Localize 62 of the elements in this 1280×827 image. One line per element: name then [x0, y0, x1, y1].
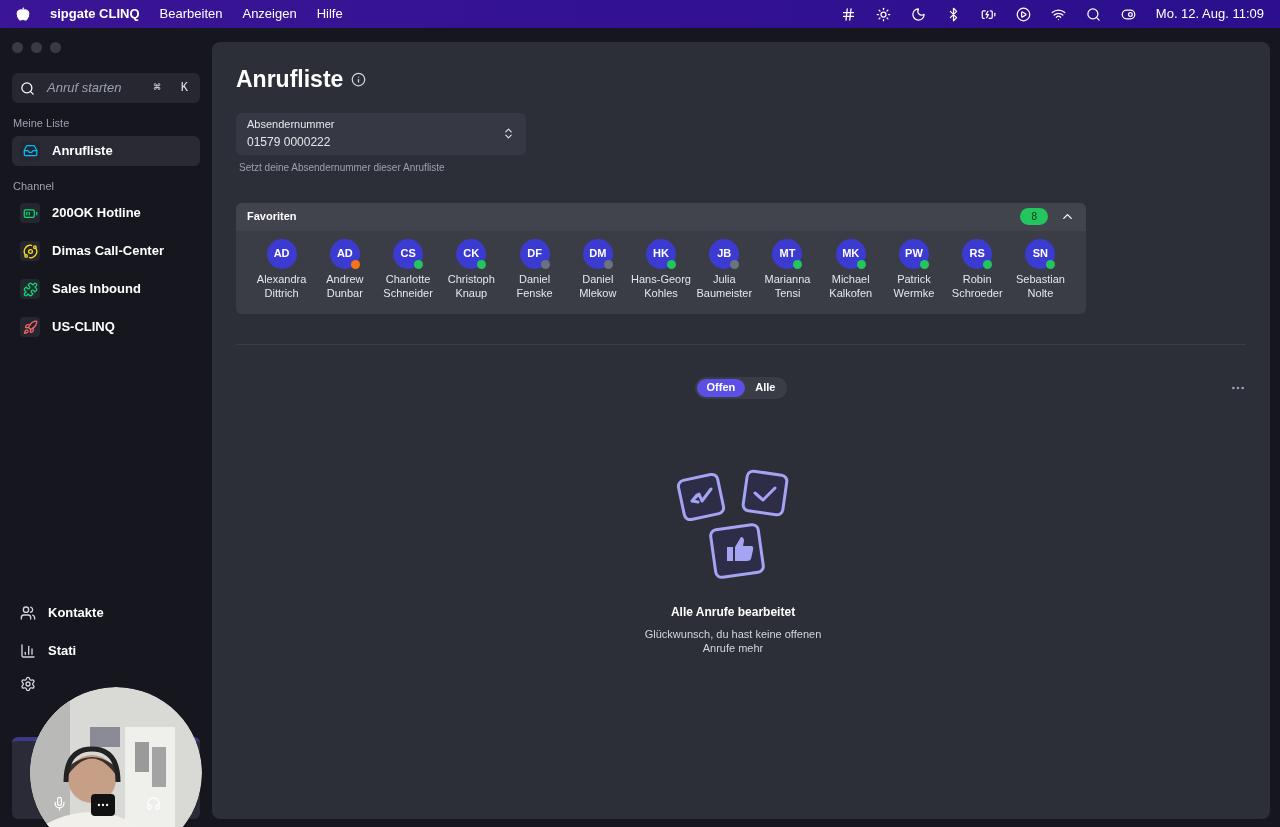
avatar[interactable]: AD — [329, 238, 360, 269]
shortcut-key: ⌘ — [149, 79, 165, 97]
menu-item[interactable]: Bearbeiten — [159, 4, 223, 24]
app-name[interactable]: sipgate CLINQ — [50, 4, 140, 24]
nav-item[interactable]: Kontakte — [12, 600, 200, 626]
nav-item-label: Stati — [48, 642, 77, 661]
avatar[interactable]: DM — [582, 238, 613, 269]
filter-tab[interactable]: Alle — [745, 378, 786, 397]
avatar[interactable]: AD — [266, 238, 297, 269]
contact-name: Andrew Dunbar — [326, 271, 364, 300]
menu-bar-clock: Mo. 12. Aug. 11:09 — [1155, 5, 1264, 24]
contact-name: Daniel Fenske — [516, 271, 553, 300]
menu-item[interactable]: Anzeigen — [242, 4, 297, 24]
contact-name: Charlotte Schneider — [383, 271, 433, 300]
sidebar-item-label: US-CLINQ — [52, 318, 115, 337]
avatar[interactable]: PW — [898, 238, 929, 269]
select-label: Absendernummer — [247, 117, 336, 133]
avatar[interactable]: JB — [709, 238, 740, 269]
sidebar-item[interactable]: US-CLINQ — [12, 312, 200, 342]
contact-name: Michael Kalkofen — [829, 271, 873, 300]
avatar[interactable]: DF — [519, 238, 550, 269]
contact-name: Christoph Knaup — [447, 271, 495, 300]
sidebar-item[interactable]: Sales Inbound — [12, 274, 200, 304]
contact-name: Hans-Georg Kohles — [631, 271, 691, 300]
contact-name: Marianna Tensi — [764, 271, 811, 300]
sidebar-item[interactable]: Anrufliste — [12, 135, 200, 166]
avatar[interactable]: SN — [1025, 238, 1056, 269]
contact-name: Alexandra Dittrich — [256, 271, 307, 300]
shortcut-key: K — [176, 79, 192, 97]
avatar[interactable]: HK — [646, 238, 676, 269]
nav-item[interactable]: Stati — [12, 638, 200, 664]
favorites-title: Favoriten — [247, 209, 298, 225]
sidebar-item[interactable]: 200OK Hotline — [12, 198, 200, 228]
select-value: 01579 0000222 — [247, 133, 332, 151]
page-title: Anrufliste — [236, 65, 344, 94]
count-badge: 8 — [1020, 208, 1048, 225]
filter-tab[interactable]: Offen — [696, 378, 746, 397]
contact-name: Julia Baumeister — [696, 271, 753, 300]
avatar[interactable]: MK — [835, 238, 866, 269]
sidebar-item-label: Anrufliste — [52, 141, 113, 160]
avatar[interactable]: MT — [772, 238, 803, 269]
empty-state-text: Glückwunsch, du hast keine offenen Anrufe mehr — [643, 626, 823, 655]
menu-item[interactable]: Hilfe — [316, 4, 343, 24]
avatar[interactable]: RS — [962, 238, 993, 269]
search-field[interactable]: Anruf starten ⌘ K — [12, 73, 200, 103]
section-title: Channel — [12, 178, 55, 194]
sidebar-item-label: 200OK Hotline — [52, 204, 141, 223]
nav-item-label: Kontakte — [48, 604, 104, 623]
sidebar-item-label: Dimas Call-Center — [52, 242, 164, 261]
avatar[interactable]: CS — [393, 238, 424, 269]
empty-state-title: Alle Anrufe bearbeitet — [670, 603, 796, 621]
sidebar-item-label: Sales Inbound — [52, 280, 141, 299]
sender-number-select[interactable]: Absendernummer 01579 0000222 — [236, 112, 526, 155]
contact-name: Patrick Wermke — [893, 271, 935, 300]
hint-text: Setzt deine Absendernummer dieser Anrufliste — [239, 160, 446, 175]
contact-name: Daniel Mlekow — [579, 271, 617, 300]
contact-name: Robin Schroeder — [951, 271, 1003, 300]
sidebar-item[interactable]: Dimas Call-Center — [12, 236, 200, 266]
contact-name: Sebastian Nolte — [1015, 271, 1065, 300]
search-placeholder: Anruf starten — [47, 79, 123, 98]
section-title: Meine Liste — [12, 116, 71, 131]
avatar[interactable]: CK — [456, 238, 487, 269]
